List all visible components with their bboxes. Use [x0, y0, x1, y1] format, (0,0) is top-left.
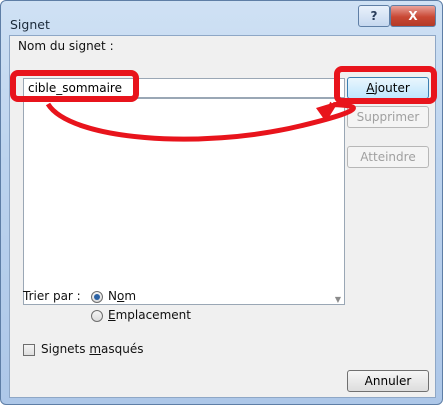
- close-icon: X: [408, 9, 418, 23]
- sort-by-label: Trier par :: [23, 289, 81, 303]
- dialog-window: Signet ? X Nom du signet : cible_sommair…: [0, 0, 443, 405]
- cancel-button-label: Annuler: [364, 374, 412, 388]
- help-icon: ?: [370, 9, 378, 23]
- scroll-down-arrow-icon[interactable]: ▼: [335, 295, 341, 304]
- bookmark-name-input[interactable]: cible_sommaire: [23, 78, 345, 98]
- hidden-bookmarks-checkbox[interactable]: [23, 344, 35, 356]
- sort-by-location-radio[interactable]: [91, 310, 103, 322]
- sort-by-location-label[interactable]: Emplacement: [108, 308, 191, 322]
- cancel-button[interactable]: Annuler: [347, 370, 429, 392]
- bookmark-name-label: Nom du signet :: [18, 39, 114, 53]
- bookmark-list[interactable]: ▼: [23, 98, 345, 305]
- help-button[interactable]: ?: [358, 5, 390, 27]
- dialog-client-area: Nom du signet : cible_sommaire ▼ Ajouter…: [9, 35, 436, 398]
- window-title: Signet: [10, 17, 50, 32]
- delete-button-label: Supprimer: [356, 110, 420, 124]
- bookmark-name-value: cible_sommaire: [28, 81, 122, 95]
- goto-button[interactable]: Atteindre: [347, 146, 429, 168]
- sort-by-name-label[interactable]: Nom: [108, 289, 136, 303]
- add-button[interactable]: Ajouter: [347, 77, 429, 99]
- hidden-bookmarks-label[interactable]: Signets masqués: [41, 342, 144, 356]
- sort-by-name-radio[interactable]: [91, 291, 103, 303]
- add-button-label: jouter: [374, 81, 410, 95]
- close-button[interactable]: X: [390, 5, 436, 27]
- goto-button-label: Atteindre: [360, 150, 416, 164]
- delete-button[interactable]: Supprimer: [347, 106, 429, 128]
